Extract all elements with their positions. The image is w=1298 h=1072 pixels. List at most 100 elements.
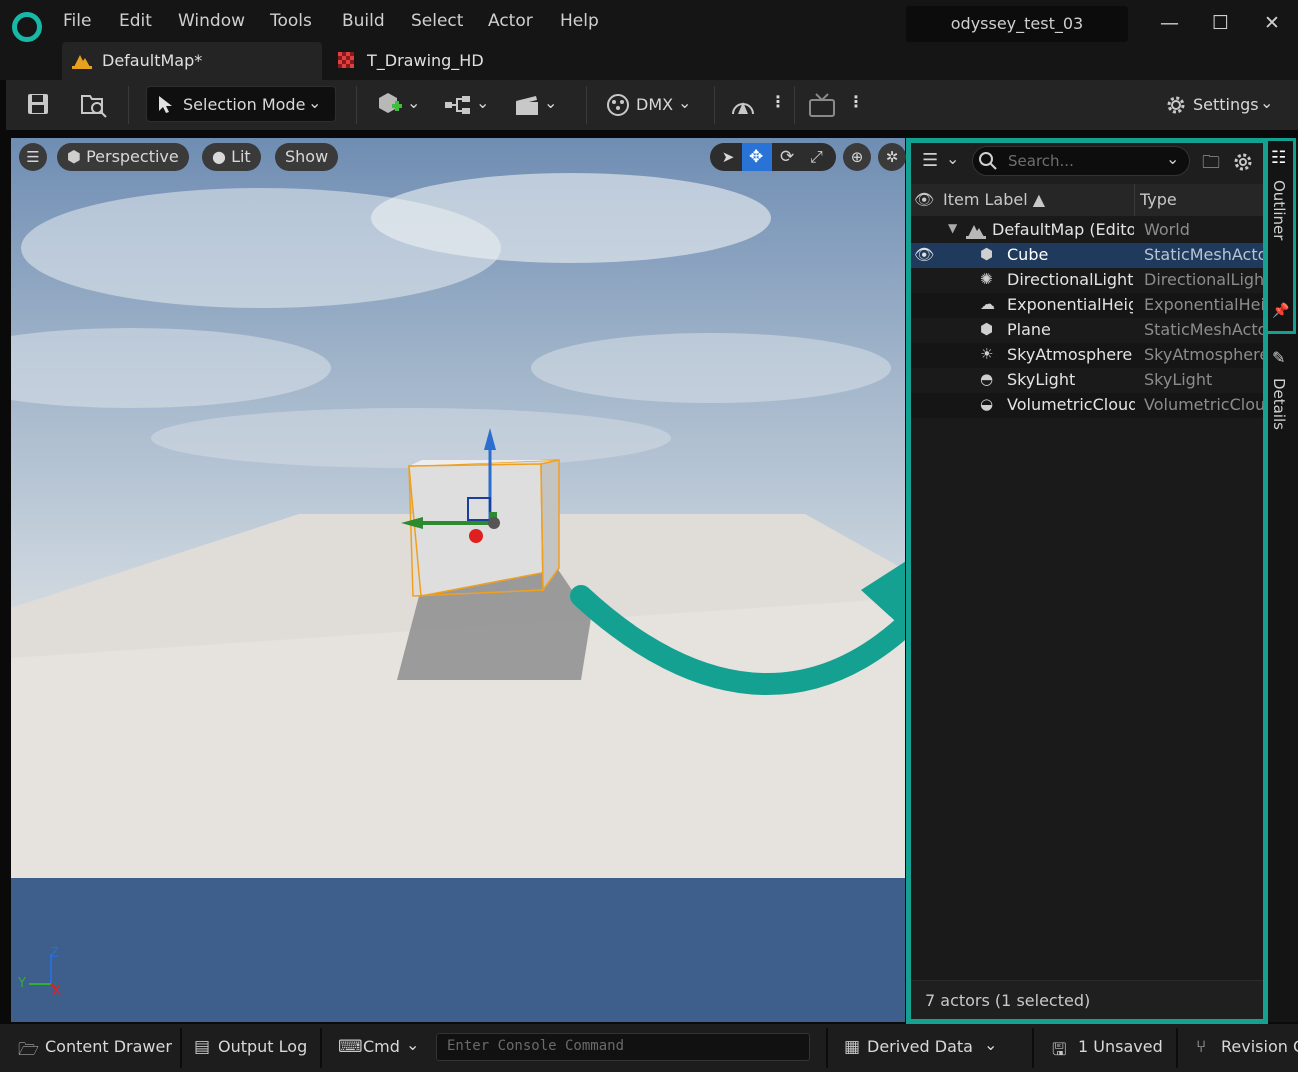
lit-button[interactable]: ● Lit bbox=[202, 143, 261, 171]
select-cursor-icon bbox=[159, 96, 172, 113]
project-name: odyssey_test_03 bbox=[950, 14, 1084, 33]
column-type[interactable]: Type bbox=[1140, 190, 1177, 209]
row-type: VolumetricCloud bbox=[1144, 395, 1266, 414]
console-command-input[interactable]: Enter Console Command bbox=[436, 1033, 810, 1061]
texture-icon bbox=[338, 52, 354, 68]
search-icon bbox=[979, 152, 997, 170]
menu-help[interactable]: Help bbox=[560, 11, 599, 31]
chevron-down-icon[interactable]: ⌄ bbox=[544, 93, 557, 112]
cinematics-icon[interactable] bbox=[514, 93, 542, 117]
cloud-icon: ◒ bbox=[980, 395, 994, 413]
close-icon[interactable]: ✕ bbox=[1264, 14, 1280, 33]
browse-content-icon[interactable] bbox=[80, 92, 108, 118]
content-drawer-icon: 🗁 bbox=[18, 1040, 40, 1060]
cube-icon: ⬢ bbox=[67, 147, 81, 166]
cmd-dropdown[interactable]: Cmd bbox=[363, 1037, 400, 1056]
chevron-down-icon[interactable]: ⌄ bbox=[946, 149, 959, 168]
search-placeholder: Search... bbox=[1008, 152, 1074, 170]
menu-build[interactable]: Build bbox=[342, 11, 385, 31]
column-item-label[interactable]: Item Label ▲ bbox=[943, 190, 1045, 209]
menu-select[interactable]: Select bbox=[411, 11, 463, 31]
select-tool-icon[interactable]: ➤ bbox=[714, 143, 742, 171]
sky-light-icon: ◓ bbox=[980, 370, 994, 388]
minimize-icon[interactable]: — bbox=[1160, 14, 1179, 33]
outliner-search-input[interactable] bbox=[972, 146, 1190, 176]
menu-file[interactable]: File bbox=[63, 11, 91, 31]
row-label: SkyLight bbox=[1007, 370, 1076, 389]
details-tab[interactable]: Details bbox=[1270, 378, 1288, 430]
menu-actor[interactable]: Actor bbox=[488, 11, 533, 31]
axis-x-label: X bbox=[52, 984, 61, 999]
more-options-icon[interactable]: ⋮ bbox=[770, 92, 786, 111]
row-type: DirectionalLight bbox=[1144, 270, 1266, 289]
maximize-icon[interactable]: ☐ bbox=[1212, 14, 1229, 33]
outliner-tab-icon[interactable]: ☷ bbox=[1271, 148, 1286, 168]
menu-tools[interactable]: Tools bbox=[270, 11, 312, 31]
dmx-icon[interactable] bbox=[606, 92, 632, 118]
level-viewport[interactable] bbox=[11, 138, 905, 1022]
save-icon[interactable] bbox=[26, 92, 50, 116]
derived-data-button[interactable]: Derived Data bbox=[867, 1037, 973, 1056]
menu-window[interactable]: Window bbox=[178, 11, 245, 31]
filter-icon[interactable]: ☰ bbox=[922, 150, 938, 171]
revision-control-button[interactable]: Revision Control bbox=[1221, 1037, 1298, 1056]
row-label: DirectionalLight bbox=[1007, 270, 1133, 289]
move-icon: ✥ bbox=[749, 147, 764, 167]
rotate-icon[interactable]: ⟳ bbox=[780, 147, 794, 167]
settings-label[interactable]: Settings bbox=[1193, 95, 1259, 114]
lit-sphere-icon: ● bbox=[212, 147, 226, 166]
show-label: Show bbox=[285, 147, 329, 166]
row-type: SkyLight bbox=[1144, 370, 1213, 389]
menu-edit[interactable]: Edit bbox=[119, 11, 152, 31]
snap-icon[interactable]: ✲ bbox=[878, 143, 906, 171]
row-label: Cube bbox=[1007, 245, 1049, 264]
row-label: Plane bbox=[1007, 320, 1051, 339]
row-type: SkyAtmosphere bbox=[1144, 345, 1266, 364]
row-label: ExponentialHeightFog bbox=[1007, 295, 1133, 314]
output-log-icon: ▤ bbox=[194, 1037, 211, 1057]
chevron-down-icon: ⌄ bbox=[308, 93, 322, 112]
actor-count: 7 actors (1 selected) bbox=[925, 991, 1091, 1010]
play-mode-icon[interactable] bbox=[808, 92, 836, 118]
selection-mode-label: Selection Mode bbox=[183, 95, 306, 114]
chevron-down-icon[interactable]: ⌄ bbox=[678, 93, 691, 112]
perspective-button[interactable]: ⬢ Perspective bbox=[57, 143, 189, 171]
platforms-icon[interactable] bbox=[730, 92, 756, 118]
terminal-icon: ⌨ bbox=[338, 1037, 363, 1057]
visibility-eye-icon[interactable]: 👁 bbox=[914, 190, 934, 209]
chevron-down-icon[interactable]: ⌄ bbox=[1260, 93, 1273, 112]
gear-icon[interactable] bbox=[1232, 151, 1254, 173]
chevron-down-icon[interactable]: ⌄ bbox=[476, 93, 489, 112]
details-tab-icon[interactable]: ✎ bbox=[1272, 348, 1285, 367]
add-folder-icon[interactable]: 🗀 bbox=[1202, 150, 1220, 180]
unreal-logo-icon[interactable] bbox=[12, 12, 42, 42]
show-button[interactable]: Show bbox=[275, 143, 339, 171]
tab-t-drawing-label[interactable]: T_Drawing_HD bbox=[367, 51, 484, 70]
expand-arrow-icon[interactable]: ▼ bbox=[948, 221, 957, 235]
static-mesh-icon: ⬢ bbox=[980, 320, 994, 338]
dmx-label[interactable]: DMX bbox=[636, 95, 673, 114]
row-label: VolumetricCloud bbox=[1007, 395, 1135, 414]
content-drawer-button[interactable]: Content Drawer bbox=[45, 1037, 172, 1056]
outliner-tab[interactable]: Outliner bbox=[1270, 180, 1288, 240]
output-log-button[interactable]: Output Log bbox=[218, 1037, 307, 1056]
fog-icon: ☁ bbox=[980, 295, 995, 313]
world-space-icon[interactable]: ⊕ bbox=[843, 143, 871, 171]
visibility-eye-icon[interactable]: 👁 bbox=[914, 245, 934, 264]
add-actor-icon[interactable] bbox=[376, 90, 404, 118]
sky-atmosphere-icon: ☀ bbox=[980, 345, 994, 363]
lit-label: Lit bbox=[231, 147, 251, 166]
row-label: DefaultMap (Editor) bbox=[992, 220, 1134, 239]
viewport-menu-button[interactable]: ☰ bbox=[19, 143, 47, 171]
chevron-down-icon[interactable]: ⌄ bbox=[1166, 149, 1179, 168]
more-options-icon[interactable]: ⋮ bbox=[848, 92, 864, 111]
blueprint-icon[interactable] bbox=[444, 94, 474, 116]
pin-icon[interactable]: 📌 bbox=[1272, 303, 1289, 319]
unsaved-icon: 🖫 bbox=[1052, 1040, 1067, 1060]
gear-icon[interactable] bbox=[1164, 93, 1188, 117]
chevron-down-icon[interactable]: ⌄ bbox=[406, 1035, 419, 1054]
chevron-down-icon[interactable]: ⌄ bbox=[407, 93, 420, 112]
scale-icon[interactable]: ⤢ bbox=[810, 147, 823, 167]
chevron-down-icon[interactable]: ⌄ bbox=[984, 1035, 997, 1054]
unsaved-button[interactable]: 1 Unsaved bbox=[1078, 1037, 1163, 1056]
